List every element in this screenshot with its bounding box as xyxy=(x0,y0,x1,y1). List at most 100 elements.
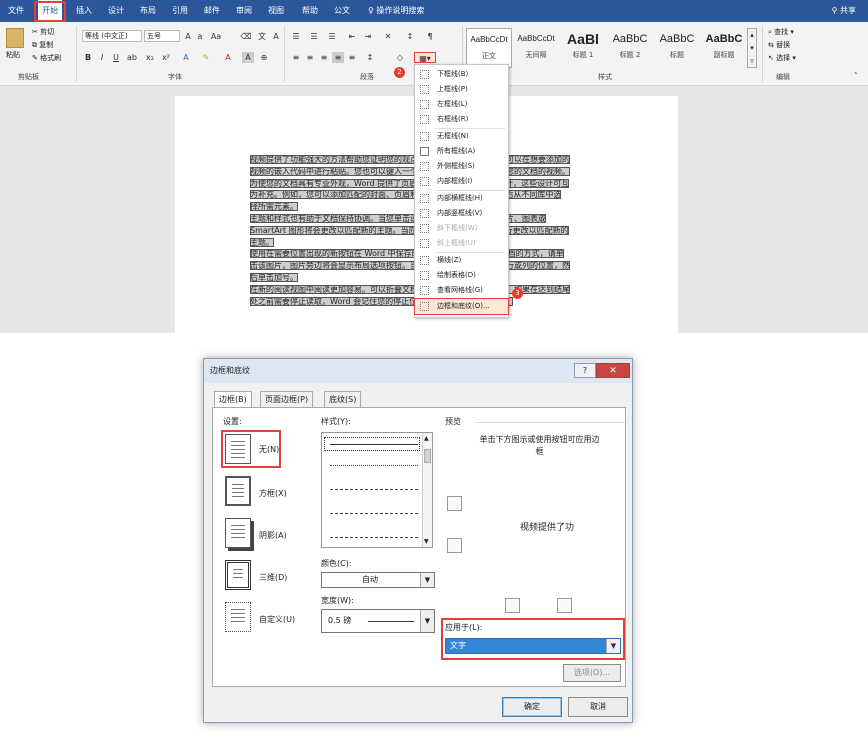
menu-left-border[interactable]: 左框线(L) xyxy=(415,97,508,112)
style-scrollbar[interactable]: ▲ ▼ xyxy=(422,433,432,547)
font-color-icon[interactable]: A xyxy=(222,52,234,63)
width-dropdown[interactable]: 0.5 磅 ▼ xyxy=(321,609,435,633)
menu-draw-table[interactable]: 绘制表格(D) xyxy=(415,268,508,283)
tab-view[interactable]: 视图 xyxy=(264,0,288,22)
char-shading-icon[interactable]: A xyxy=(242,52,254,63)
menu-bottom-border[interactable]: 下框线(B) xyxy=(415,67,508,82)
color-dropdown[interactable]: 自动 ▼ xyxy=(321,572,435,588)
grow-font-icon[interactable]: A xyxy=(182,31,194,42)
numbering-icon[interactable]: ☰ xyxy=(308,31,320,42)
align-center-icon[interactable]: ≡ xyxy=(304,52,316,63)
show-marks-icon[interactable]: ¶ xyxy=(424,31,436,42)
scroll-up-icon[interactable]: ▲ xyxy=(424,435,429,442)
sort-icon[interactable]: ↕ xyxy=(404,31,416,42)
menu-inside-horizontal[interactable]: 内部横框线(H) xyxy=(415,191,508,206)
menu-no-border[interactable]: 无框线(N) xyxy=(415,129,508,144)
shrink-font-icon[interactable]: a xyxy=(194,31,206,42)
enclose-char-icon[interactable]: ⊕ xyxy=(258,52,270,63)
copy-button[interactable]: ⧉ 复制 xyxy=(32,40,53,50)
right-border-toggle-icon[interactable] xyxy=(557,598,572,613)
setting-3d-icon[interactable] xyxy=(225,560,251,590)
clear-format-icon[interactable]: ⌫ xyxy=(240,31,252,42)
line-style-dashed[interactable] xyxy=(330,489,418,490)
tab-file[interactable]: 文件 xyxy=(4,0,28,22)
tell-me-search[interactable]: ♀ 操作说明搜索 xyxy=(368,0,424,22)
justify-icon[interactable]: ≡ xyxy=(332,52,344,63)
select-button[interactable]: ↖ 选择 ▾ xyxy=(768,53,796,63)
line-style-dotted[interactable] xyxy=(330,465,418,466)
paste-icon[interactable] xyxy=(6,28,24,48)
tab-gongwen[interactable]: 公文 xyxy=(330,0,354,22)
distributed-icon[interactable]: ≡ xyxy=(346,52,358,63)
tab-borders[interactable]: 边框(B) xyxy=(214,391,252,408)
top-border-toggle-icon[interactable] xyxy=(447,496,462,511)
char-border-icon[interactable]: A xyxy=(270,31,282,42)
cut-button[interactable]: ✂ 剪切 xyxy=(32,27,54,37)
tab-references[interactable]: 引用 xyxy=(168,0,192,22)
font-name-dropdown[interactable]: 等线 (中文正) xyxy=(82,30,142,42)
setting-shadow-icon[interactable] xyxy=(225,518,251,548)
menu-top-border[interactable]: 上框线(P) xyxy=(415,82,508,97)
font-size-dropdown[interactable]: 五号 xyxy=(144,30,180,42)
left-border-toggle-icon[interactable] xyxy=(505,598,520,613)
increase-indent-icon[interactable]: ⇥ xyxy=(362,31,374,42)
tab-layout[interactable]: 布局 xyxy=(136,0,160,22)
phonetic-icon[interactable]: 文 xyxy=(256,31,268,42)
format-painter-button[interactable]: ✎ 格式刷 xyxy=(32,53,61,63)
setting-3d-label[interactable]: 三维(D) xyxy=(259,572,287,583)
style-no-spacing[interactable]: AaBbCcDt 无间隔 xyxy=(513,28,559,68)
menu-view-gridlines[interactable]: 查看网格线(G) xyxy=(415,283,508,298)
tab-design[interactable]: 设计 xyxy=(104,0,128,22)
scroll-down-icon[interactable]: ▼ xyxy=(424,538,429,545)
scroll-thumb[interactable] xyxy=(424,449,431,463)
align-left-icon[interactable]: ≡ xyxy=(290,52,302,63)
style-title[interactable]: AaBbC 标题 xyxy=(654,28,700,68)
borders-dropdown-button[interactable]: ▦▾ xyxy=(414,52,436,63)
multilevel-list-icon[interactable]: ☰ xyxy=(326,31,338,42)
bullets-icon[interactable]: ☰ xyxy=(290,31,302,42)
share-button[interactable]: ⚲ 共享 xyxy=(832,0,856,22)
change-case-icon[interactable]: Aa xyxy=(210,31,222,42)
style-subtitle[interactable]: AaBbC 副标题 xyxy=(701,28,747,68)
menu-inside-borders[interactable]: 内部框线(I) xyxy=(415,174,508,189)
setting-box-icon[interactable] xyxy=(225,476,251,506)
options-button[interactable]: 选项(O)... xyxy=(563,664,621,682)
tab-review[interactable]: 审阅 xyxy=(232,0,256,22)
menu-inside-vertical[interactable]: 内部竖框线(V) xyxy=(415,206,508,221)
italic-icon[interactable]: I xyxy=(96,52,108,63)
menu-borders-and-shading[interactable]: 边框和底纹(O)... xyxy=(414,298,509,315)
tab-mailings[interactable]: 邮件 xyxy=(200,0,224,22)
setting-custom-icon[interactable] xyxy=(225,602,251,632)
tab-shading[interactable]: 底纹(S) xyxy=(324,391,362,407)
help-button[interactable]: ? xyxy=(574,363,596,378)
bottom-border-toggle-icon[interactable] xyxy=(447,538,462,553)
line-style-dash-dot[interactable] xyxy=(330,537,418,538)
menu-all-borders[interactable]: 所有框线(A) xyxy=(415,144,508,159)
ok-button[interactable]: 确定 xyxy=(502,697,562,717)
superscript-icon[interactable]: x² xyxy=(160,52,172,63)
setting-box-label[interactable]: 方框(X) xyxy=(259,488,287,499)
chinese-layout-icon[interactable]: ✕ xyxy=(382,31,394,42)
align-right-icon[interactable]: ≡ xyxy=(318,52,330,63)
bold-icon[interactable]: B xyxy=(82,52,94,63)
style-normal[interactable]: AaBbCcDt 正文 xyxy=(466,28,512,68)
subscript-icon[interactable]: x₂ xyxy=(144,52,156,63)
setting-custom-label[interactable]: 自定义(U) xyxy=(259,614,295,625)
menu-outside-borders[interactable]: 外侧框线(S) xyxy=(415,159,508,174)
decrease-indent-icon[interactable]: ⇤ xyxy=(346,31,358,42)
find-button[interactable]: ⌕ 查找 ▾ xyxy=(768,27,794,37)
setting-shadow-label[interactable]: 阴影(A) xyxy=(259,530,287,541)
close-button[interactable]: ✕ xyxy=(596,363,630,378)
line-spacing-icon[interactable]: ↕ xyxy=(364,52,376,63)
shading-icon[interactable]: ◇ xyxy=(394,52,406,63)
line-style-long-dash[interactable] xyxy=(330,513,418,514)
menu-right-border[interactable]: 右框线(R) xyxy=(415,112,508,127)
tab-page-border[interactable]: 页面边框(P) xyxy=(260,391,314,407)
style-heading-2[interactable]: AaBbC 标题 2 xyxy=(607,28,653,68)
text-effects-icon[interactable]: A xyxy=(180,52,192,63)
line-style-list[interactable]: ▲ ▼ xyxy=(321,432,433,548)
highlight-icon[interactable]: ✎ xyxy=(200,52,212,63)
paste-button[interactable]: 粘贴 xyxy=(6,50,20,60)
tab-insert[interactable]: 插入 xyxy=(72,0,96,22)
styles-scroll[interactable]: ▴ ▾ ▿ xyxy=(747,28,757,68)
